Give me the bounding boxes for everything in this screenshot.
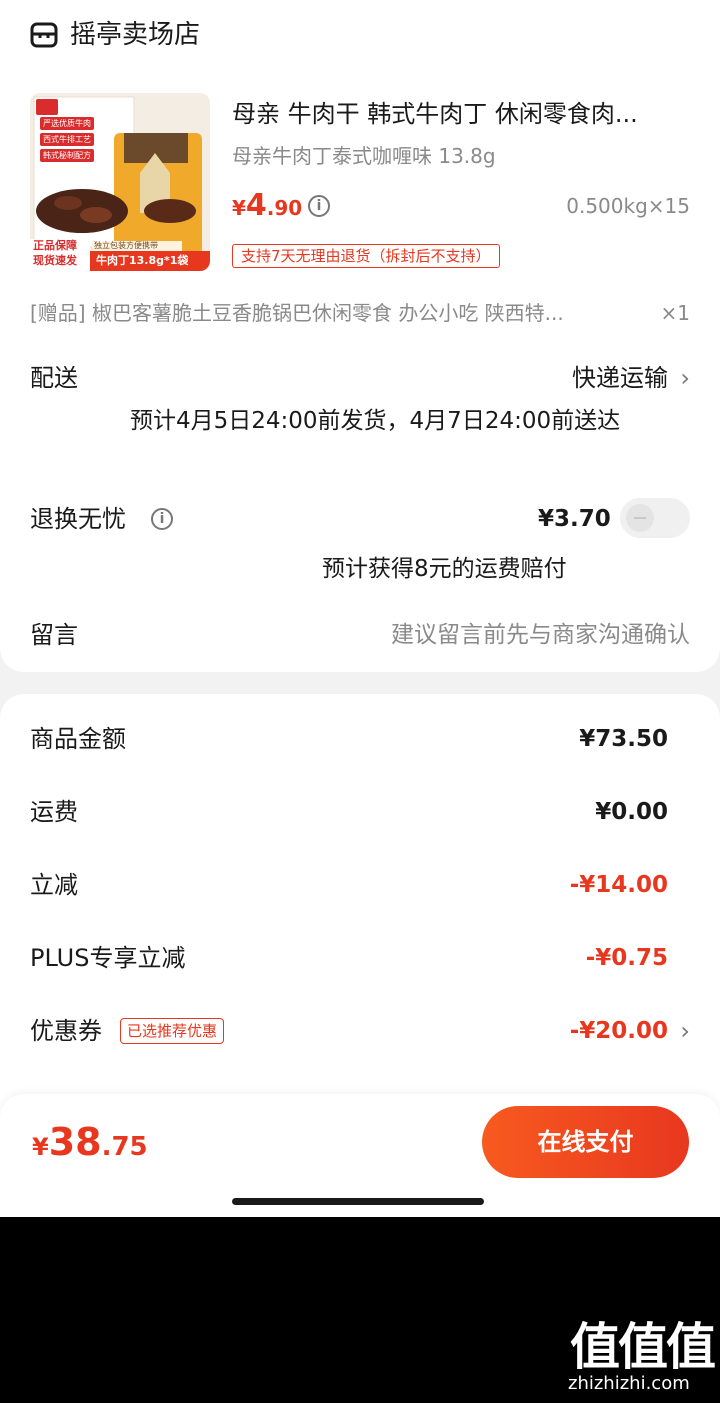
delivery-method[interactable]: 快递运输 xyxy=(572,361,668,395)
watermark-site: zhizhizhi.com xyxy=(568,1373,690,1394)
image-guarantee-1: 正品保障 xyxy=(33,239,77,252)
toggle-knob xyxy=(626,504,654,532)
coupon-label: 优惠券 xyxy=(30,1017,102,1045)
price-symbol: ¥ xyxy=(232,196,246,220)
gift-item[interactable]: [赠品] 椒巴客薯脆土豆香脆锅巴休闲零食 办公小吃 陕西特... xyxy=(30,298,650,328)
shipping-label: 运费 xyxy=(30,798,78,826)
coupon-value[interactable]: -¥20.00 xyxy=(570,1014,668,1048)
goods-amount-label: 商品金额 xyxy=(30,725,126,753)
price-info-icon[interactable]: i xyxy=(308,195,330,217)
product-quantity: 0.500kg×15 xyxy=(566,194,690,218)
image-badge-1: 严选优质牛肉 xyxy=(40,117,94,130)
product-spec[interactable]: 母亲牛肉丁泰式咖喱味 13.8g xyxy=(232,142,496,170)
gift-quantity: ×1 xyxy=(660,301,690,325)
total-symbol: ¥ xyxy=(32,1133,49,1161)
goods-amount-value: ¥73.50 xyxy=(579,726,668,752)
store-name[interactable]: 摇亭卖场店 xyxy=(70,18,200,52)
shipping-value: ¥0.00 xyxy=(595,799,668,825)
store-icon xyxy=(30,22,58,48)
discount-value: -¥14.00 xyxy=(569,872,668,898)
coupon-chevron-icon[interactable]: › xyxy=(680,1014,690,1048)
image-badge-2: 西式牛排工艺 xyxy=(40,133,94,146)
plus-discount-label: PLUS专享立减 xyxy=(30,944,186,972)
summary-card xyxy=(0,694,720,1114)
note-input[interactable]: 建议留言前先与商家沟通确认 xyxy=(391,618,690,652)
product-title[interactable]: 母亲 牛肉干 韩式牛肉丁 休闲零食肉... xyxy=(232,98,692,130)
delivery-label: 配送 xyxy=(30,364,78,392)
home-indicator[interactable] xyxy=(232,1198,484,1205)
total-decimal: .75 xyxy=(101,1132,148,1162)
plus-discount-value: -¥0.75 xyxy=(585,945,668,971)
return-insurance-compensation: 预计获得8元的运费赔付 xyxy=(322,556,567,582)
delivery-chevron-icon[interactable]: › xyxy=(680,361,690,395)
delivery-estimate: 预计4月5日24:00前发货，4月7日24:00前送达 xyxy=(130,408,621,434)
image-badge-3: 韩式秘制配方 xyxy=(40,149,94,162)
watermark-logo: 值值值 xyxy=(570,1318,716,1376)
image-pack-label: 牛肉丁13.8g*1袋 xyxy=(96,254,189,267)
price-decimal: .90 xyxy=(266,196,303,220)
return-policy-tag: 支持7天无理由退货（拆封后不支持） xyxy=(232,244,500,268)
return-insurance-label: 退换无忧 xyxy=(30,505,126,533)
product-image[interactable]: 严选优质牛肉 西式牛排工艺 韩式秘制配方 正品保障 现货速发 独立包装方便携带 … xyxy=(30,93,210,271)
return-insurance-info-icon[interactable]: i xyxy=(151,508,173,530)
image-guarantee-2: 现货速发 xyxy=(33,254,77,267)
return-insurance-price: ¥3.70 xyxy=(538,506,611,532)
pay-online-button[interactable]: 在线支付 xyxy=(482,1106,689,1178)
image-pack-note: 独立包装方便携带 xyxy=(94,241,158,250)
coupon-tag: 已选推荐优惠 xyxy=(120,1018,225,1044)
total-price: ¥38.75 xyxy=(32,1120,148,1164)
note-label: 留言 xyxy=(30,621,78,649)
discount-label: 立减 xyxy=(30,871,78,899)
product-price: ¥4.90 xyxy=(232,188,302,223)
total-integer: 38 xyxy=(48,1120,102,1164)
price-integer: 4 xyxy=(245,188,267,223)
